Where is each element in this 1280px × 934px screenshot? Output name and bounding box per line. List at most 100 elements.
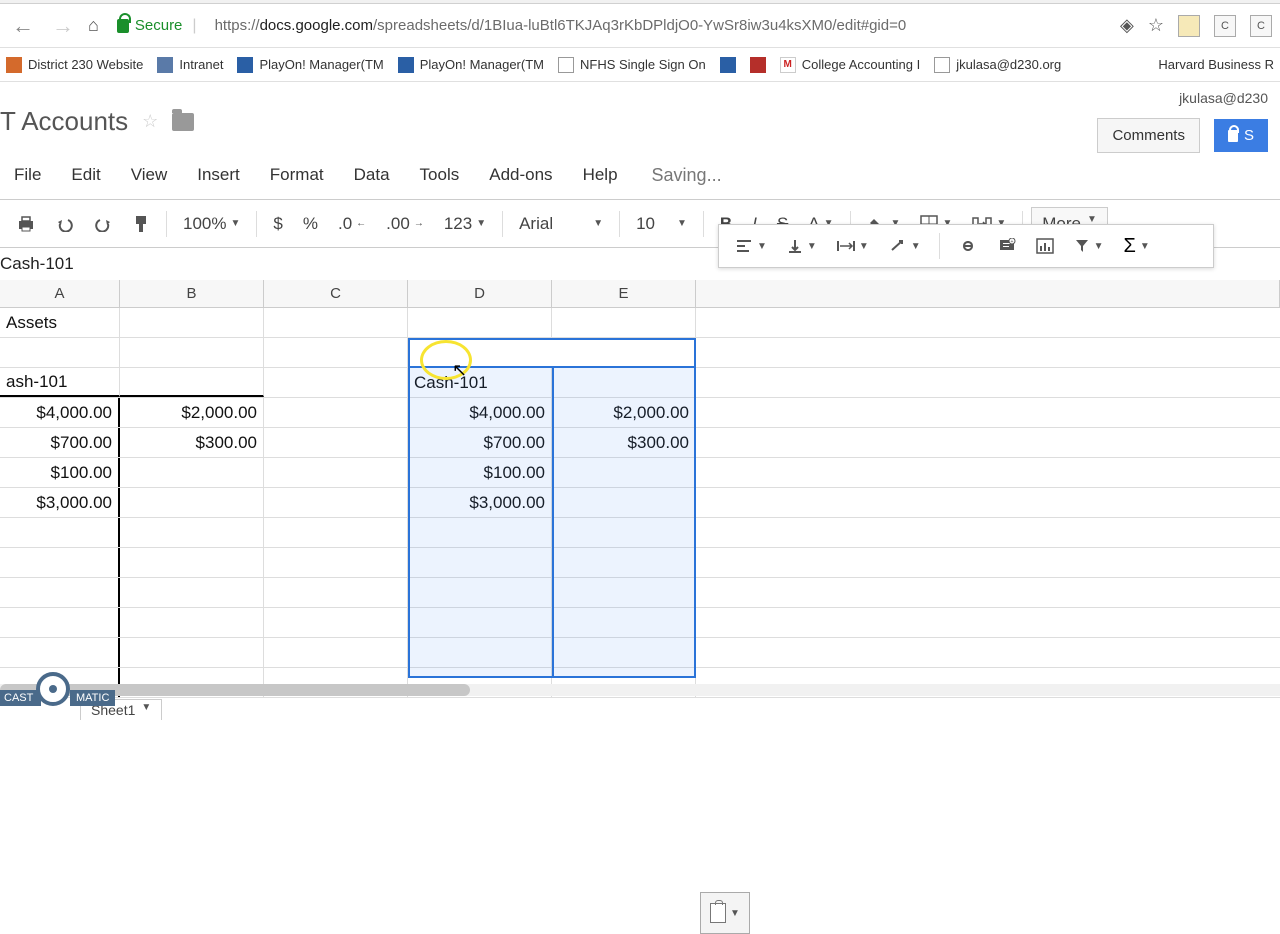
cell[interactable] bbox=[696, 488, 1280, 517]
cell[interactable] bbox=[696, 368, 1280, 397]
translate-icon[interactable]: ◈ bbox=[1120, 15, 1134, 36]
cell[interactable] bbox=[264, 488, 408, 517]
menu-insert[interactable]: Insert bbox=[183, 161, 254, 189]
cell[interactable]: Assets bbox=[0, 308, 120, 337]
cell[interactable] bbox=[552, 338, 696, 367]
bookmark-item[interactable]: MCollege Accounting I bbox=[780, 57, 921, 73]
bookmark-item[interactable]: PlayOn! Manager(TM bbox=[237, 57, 383, 73]
cell[interactable] bbox=[264, 338, 408, 367]
cell[interactable] bbox=[264, 308, 408, 337]
url-field[interactable]: https://docs.google.com/spreadsheets/d/1… bbox=[215, 17, 1110, 34]
cell[interactable] bbox=[120, 368, 264, 397]
cell[interactable]: $700.00 bbox=[0, 428, 120, 457]
spreadsheet-grid[interactable]: A B C D E Assets ash-101 Cash-101 $4,000… bbox=[0, 280, 1280, 698]
cell[interactable] bbox=[696, 308, 1280, 337]
home-button[interactable]: ⌂ bbox=[88, 15, 99, 36]
col-headers-rest[interactable] bbox=[696, 280, 1280, 307]
doc-title[interactable]: T Accounts bbox=[0, 106, 128, 137]
menu-addons[interactable]: Add-ons bbox=[475, 161, 566, 189]
cell[interactable]: $100.00 bbox=[408, 458, 552, 487]
number-format-button[interactable]: 123▼ bbox=[436, 208, 494, 240]
bookmark-item[interactable]: NFHS Single Sign On bbox=[558, 57, 706, 73]
menu-help[interactable]: Help bbox=[569, 161, 632, 189]
redo-button[interactable] bbox=[86, 210, 120, 238]
cell[interactable]: $300.00 bbox=[120, 428, 264, 457]
cell[interactable] bbox=[120, 338, 264, 367]
cell[interactable]: $700.00 bbox=[408, 428, 552, 457]
print-button[interactable] bbox=[8, 209, 44, 239]
cell[interactable] bbox=[0, 338, 120, 367]
wrap-button[interactable]: ▼ bbox=[831, 235, 875, 257]
user-email[interactable]: jkulasa@d230 bbox=[1179, 90, 1268, 106]
cell[interactable] bbox=[120, 458, 264, 487]
cell[interactable] bbox=[264, 428, 408, 457]
chart-button[interactable] bbox=[1030, 234, 1060, 258]
cell[interactable] bbox=[552, 368, 696, 397]
menu-data[interactable]: Data bbox=[340, 161, 404, 189]
ext-icon-1[interactable] bbox=[1178, 15, 1200, 37]
horizontal-scrollbar[interactable] bbox=[0, 684, 1280, 696]
dec-decrease-button[interactable]: .0← bbox=[330, 208, 374, 240]
bookmark-star-icon[interactable]: ☆ bbox=[1148, 15, 1164, 36]
link-button[interactable] bbox=[952, 236, 984, 256]
bookmark-item[interactable]: Intranet bbox=[157, 57, 223, 73]
back-button[interactable]: ← bbox=[8, 13, 38, 39]
star-icon[interactable]: ☆ bbox=[142, 111, 158, 132]
cell[interactable]: ash-101 bbox=[0, 368, 120, 397]
paste-options-button[interactable]: ▼ bbox=[700, 892, 750, 934]
col-header-C[interactable]: C bbox=[264, 280, 408, 307]
bookmark-item[interactable]: jkulasa@d230.org bbox=[934, 57, 1061, 73]
menu-view[interactable]: View bbox=[117, 161, 182, 189]
bookmark-item[interactable]: District 230 Website bbox=[6, 57, 143, 73]
undo-button[interactable] bbox=[48, 210, 82, 238]
col-header-A[interactable]: A bbox=[0, 280, 120, 307]
forward-button[interactable]: → bbox=[48, 13, 78, 39]
cell[interactable] bbox=[552, 458, 696, 487]
cell[interactable]: $4,000.00 bbox=[408, 398, 552, 427]
halign-button[interactable]: ▼ bbox=[729, 235, 773, 257]
cell[interactable] bbox=[120, 308, 264, 337]
rotate-button[interactable]: ▼ bbox=[883, 234, 927, 258]
cell[interactable] bbox=[696, 338, 1280, 367]
cell[interactable] bbox=[696, 458, 1280, 487]
comment-button[interactable]: + bbox=[992, 234, 1022, 258]
cell[interactable] bbox=[264, 368, 408, 397]
filter-button[interactable]: ▼ bbox=[1068, 234, 1110, 258]
paint-format-button[interactable] bbox=[124, 208, 158, 240]
cell[interactable] bbox=[408, 338, 552, 367]
bookmark-item[interactable] bbox=[720, 57, 736, 73]
functions-button[interactable]: Σ▼ bbox=[1118, 231, 1156, 262]
col-header-E[interactable]: E bbox=[552, 280, 696, 307]
cell[interactable] bbox=[696, 428, 1280, 457]
percent-button[interactable]: % bbox=[295, 208, 326, 240]
menu-format[interactable]: Format bbox=[256, 161, 338, 189]
cell[interactable]: $2,000.00 bbox=[552, 398, 696, 427]
bookmark-item[interactable]: PlayOn! Manager(TM bbox=[398, 57, 544, 73]
cell[interactable]: $300.00 bbox=[552, 428, 696, 457]
font-size-select[interactable]: 10▼ bbox=[628, 208, 695, 240]
cell[interactable] bbox=[264, 458, 408, 487]
col-header-D[interactable]: D bbox=[408, 280, 552, 307]
cell[interactable]: Cash-101 bbox=[408, 368, 552, 397]
ext-icon-2[interactable]: C bbox=[1214, 15, 1236, 37]
share-button[interactable]: S bbox=[1214, 119, 1268, 152]
col-header-B[interactable]: B bbox=[120, 280, 264, 307]
cell[interactable]: $4,000.00 bbox=[0, 398, 120, 427]
menu-edit[interactable]: Edit bbox=[57, 161, 114, 189]
comments-button[interactable]: Comments bbox=[1097, 118, 1200, 153]
dec-increase-button[interactable]: .00→ bbox=[378, 208, 432, 240]
zoom-select[interactable]: 100%▼ bbox=[175, 208, 248, 240]
menu-file[interactable]: File bbox=[0, 161, 55, 189]
cell[interactable] bbox=[264, 398, 408, 427]
cell[interactable]: $3,000.00 bbox=[408, 488, 552, 517]
bookmark-item[interactable]: Harvard Business R bbox=[1158, 57, 1274, 72]
ext-icon-3[interactable]: C bbox=[1250, 15, 1272, 37]
font-select[interactable]: Arial▼ bbox=[511, 208, 611, 240]
cell[interactable] bbox=[552, 488, 696, 517]
bookmark-item[interactable] bbox=[750, 57, 766, 73]
menu-tools[interactable]: Tools bbox=[406, 161, 474, 189]
valign-button[interactable]: ▼ bbox=[781, 234, 823, 258]
currency-button[interactable]: $ bbox=[265, 208, 290, 240]
cell[interactable] bbox=[408, 308, 552, 337]
cell[interactable]: $2,000.00 bbox=[120, 398, 264, 427]
